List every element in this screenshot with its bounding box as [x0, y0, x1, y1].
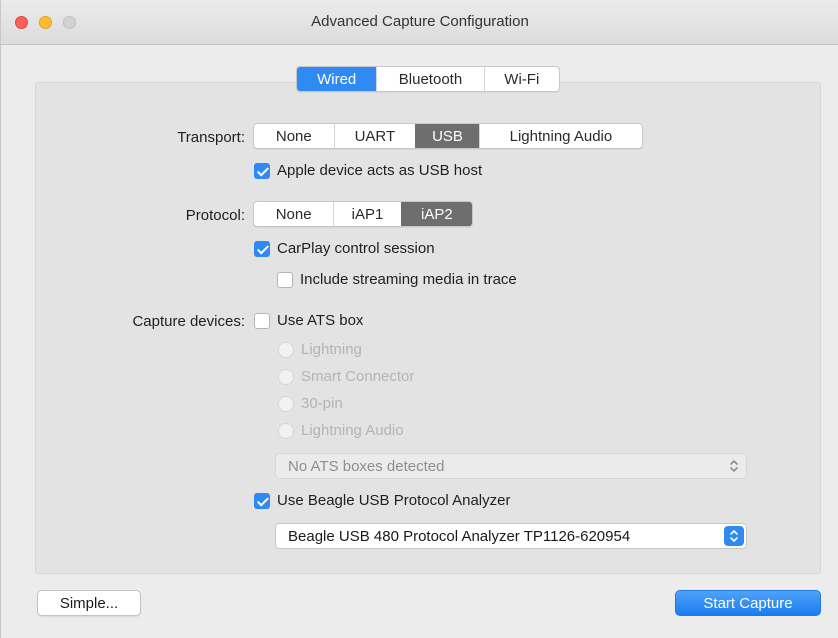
tab-wifi[interactable]: Wi-Fi [483, 67, 559, 91]
transport-option-none[interactable]: None [254, 124, 334, 148]
usb-host-checkbox[interactable] [254, 163, 270, 179]
beagle-analyzer-popup-value: Beagle USB 480 Protocol Analyzer TP1126-… [288, 527, 631, 545]
transport-option-uart[interactable]: UART [333, 124, 416, 148]
chevron-updown-icon [724, 456, 744, 476]
ats-port-label-30-pin: 30-pin [301, 395, 343, 412]
use-beagle-checkbox[interactable] [254, 493, 270, 509]
ats-port-radio-lightning[interactable] [278, 342, 294, 358]
connection-tabs: Wired Bluetooth Wi-Fi [296, 66, 560, 92]
start-capture-button[interactable]: Start Capture [675, 590, 821, 616]
ats-port-label-lightning: Lightning [301, 341, 362, 358]
tab-wired[interactable]: Wired [297, 67, 377, 91]
ats-port-label-smart-connector: Smart Connector [301, 368, 415, 385]
capture-devices-label: Capture devices: [132, 313, 245, 330]
protocol-label: Protocol: [185, 207, 245, 224]
beagle-analyzer-popup[interactable]: Beagle USB 480 Protocol Analyzer TP1126-… [275, 523, 747, 549]
use-ats-label: Use ATS box [277, 312, 364, 329]
title-bar: Advanced Capture Configuration [1, 0, 838, 45]
ats-port-label-lightning-audio: Lightning Audio [301, 422, 404, 439]
use-beagle-label: Use Beagle USB Protocol Analyzer [277, 492, 511, 509]
carplay-checkbox[interactable] [254, 241, 270, 257]
carplay-label: CarPlay control session [277, 240, 435, 257]
transport-option-lightning-audio[interactable]: Lightning Audio [478, 124, 642, 148]
use-ats-checkbox[interactable] [254, 313, 270, 329]
protocol-option-iap1[interactable]: iAP1 [333, 202, 400, 226]
ats-port-radio-smart-connector[interactable] [278, 369, 294, 385]
streaming-media-checkbox[interactable] [277, 272, 293, 288]
streaming-media-label: Include streaming media in trace [300, 271, 517, 288]
ats-port-radio-30-pin[interactable] [278, 396, 294, 412]
usb-host-label: Apple device acts as USB host [277, 162, 483, 179]
protocol-segmented-control: None iAP1 iAP2 [253, 201, 473, 227]
ats-port-radio-lightning-audio[interactable] [278, 423, 294, 439]
window-title: Advanced Capture Configuration [311, 13, 529, 30]
chevron-updown-icon [724, 526, 744, 546]
window: Advanced Capture Configuration Wired Blu… [0, 0, 838, 638]
protocol-option-none[interactable]: None [254, 202, 333, 226]
protocol-option-iap2[interactable]: iAP2 [400, 202, 472, 226]
tab-bluetooth[interactable]: Bluetooth [376, 67, 483, 91]
ats-box-popup[interactable]: No ATS boxes detected [275, 453, 747, 479]
ats-box-popup-value: No ATS boxes detected [288, 457, 445, 475]
simple-button[interactable]: Simple... [37, 590, 141, 616]
transport-option-usb[interactable]: USB [415, 124, 479, 148]
transport-segmented-control: None UART USB Lightning Audio [253, 123, 643, 149]
transport-label: Transport: [177, 129, 245, 146]
